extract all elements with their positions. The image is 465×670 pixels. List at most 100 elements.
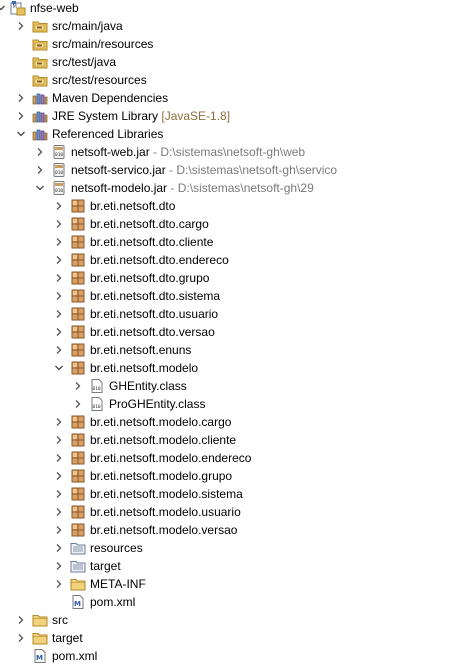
item-name: src/main/resources (52, 37, 154, 51)
tree-item-file-pom[interactable]: Mpom.xml (0, 647, 465, 665)
jar-icon: 010 (51, 180, 67, 196)
tree-item-jre-system-library[interactable]: JRE System Library [JavaSE-1.8] (0, 107, 465, 125)
tree-item-file-pom-in-jar[interactable]: Mpom.xml (0, 593, 465, 611)
expand-chevron-icon[interactable] (16, 615, 26, 625)
tree-item-folder-target[interactable]: target (0, 629, 465, 647)
tree-item-source-folder-src-main-resources[interactable]: src/main/resources (0, 35, 465, 53)
tree-item-folder-meta-inf[interactable]: META-INF (0, 575, 465, 593)
item-name: Referenced Libraries (52, 127, 164, 141)
package-icon (70, 198, 86, 214)
tree-item-package-modelo-grupo[interactable]: br.eti.netsoft.modelo.grupo (0, 467, 465, 485)
expand-chevron-icon[interactable] (73, 399, 83, 409)
package-icon (70, 252, 86, 268)
expand-chevron-icon[interactable] (54, 327, 64, 337)
tree-item-package-modelo-cargo[interactable]: br.eti.netsoft.modelo.cargo (0, 413, 465, 431)
item-name: br.eti.netsoft.modelo.versao (90, 523, 238, 537)
expand-chevron-icon[interactable] (35, 147, 45, 157)
tree-item-package-dto-grupo[interactable]: br.eti.netsoft.dto.grupo (0, 269, 465, 287)
expand-chevron-icon[interactable] (54, 489, 64, 499)
tree-item-maven-dependencies[interactable]: Maven Dependencies (0, 89, 465, 107)
item-name: META-INF (90, 577, 146, 591)
expand-chevron-icon[interactable] (54, 453, 64, 463)
item-name: br.eti.netsoft.modelo.cargo (90, 415, 232, 429)
expand-chevron-icon[interactable] (16, 21, 26, 31)
tree-item-label: src/test/resources (52, 73, 147, 87)
package-icon (70, 324, 86, 340)
expand-chevron-icon[interactable] (54, 543, 64, 553)
tree-item-source-folder-src-test-java[interactable]: src/test/java (0, 53, 465, 71)
expand-chevron-icon[interactable] (54, 507, 64, 517)
expand-chevron-icon[interactable] (54, 525, 64, 535)
tree-item-package-dto-cliente[interactable]: br.eti.netsoft.dto.cliente (0, 233, 465, 251)
item-name: br.eti.netsoft.modelo.usuario (90, 505, 241, 519)
expand-chevron-icon[interactable] (35, 165, 45, 175)
expand-chevron-icon[interactable] (54, 471, 64, 481)
tree-item-jar-netsoft-web[interactable]: 010 netsoft-web.jar - D:\sistemas\netsoft… (0, 143, 465, 161)
collapse-chevron-icon[interactable] (54, 363, 64, 373)
tree-item-package-dto[interactable]: br.eti.netsoft.dto (0, 197, 465, 215)
expand-chevron-icon[interactable] (54, 309, 64, 319)
tree-item-label: br.eti.netsoft.dto.endereco (90, 253, 229, 267)
tree-item-folder-src[interactable]: src (0, 611, 465, 629)
tree-item-label: br.eti.netsoft.dto.cargo (90, 217, 209, 231)
expand-chevron-icon[interactable] (54, 273, 64, 283)
tree-item-source-folder-src-main-java[interactable]: src/main/java (0, 17, 465, 35)
item-name: pom.xml (90, 595, 136, 609)
tree-item-label: br.eti.netsoft.dto (90, 199, 175, 213)
tree-item-package-modelo[interactable]: br.eti.netsoft.modelo (0, 359, 465, 377)
tree-item-package-dto-sistema[interactable]: br.eti.netsoft.dto.sistema (0, 287, 465, 305)
tree-item-label: Referenced Libraries (52, 127, 163, 141)
item-name: br.eti.netsoft.dto.cargo (90, 217, 209, 231)
item-name: br.eti.netsoft.dto (90, 199, 176, 213)
item-name: br.eti.netsoft.dto.usuario (90, 307, 219, 321)
expand-chevron-icon[interactable] (16, 93, 26, 103)
tree-item-package-enuns[interactable]: br.eti.netsoft.enuns (0, 341, 465, 359)
tree-item-package-dto-versao[interactable]: br.eti.netsoft.dto.versao (0, 323, 465, 341)
tree-item-class-ghentity[interactable]: 010 GHEntity.class (0, 377, 465, 395)
item-name: br.eti.netsoft.dto.cliente (90, 235, 214, 249)
tree-item-label: pom.xml (52, 649, 97, 663)
tree-item-package-modelo-sistema[interactable]: br.eti.netsoft.modelo.sistema (0, 485, 465, 503)
tree-item-package-dto-endereco[interactable]: br.eti.netsoft.dto.endereco (0, 251, 465, 269)
item-name: pom.xml (52, 649, 98, 663)
expand-chevron-icon[interactable] (54, 255, 64, 265)
tree-item-label: br.eti.netsoft.modelo.sistema (90, 487, 243, 501)
collapse-chevron-icon[interactable] (35, 183, 45, 193)
expand-chevron-icon[interactable] (54, 201, 64, 211)
expand-chevron-icon[interactable] (54, 579, 64, 589)
expand-chevron-icon[interactable] (54, 417, 64, 427)
tree-item-class-proghentity[interactable]: 010 ProGHEntity.class (0, 395, 465, 413)
tree-item-referenced-libraries[interactable]: Referenced Libraries (0, 125, 465, 143)
expand-chevron-icon[interactable] (54, 345, 64, 355)
tree-item-folder-target-in-jar[interactable]: target (0, 557, 465, 575)
collapse-chevron-icon[interactable] (16, 129, 26, 139)
item-name: br.eti.netsoft.dto.versao (90, 325, 215, 339)
tree-item-package-dto-usuario[interactable]: br.eti.netsoft.dto.usuario (0, 305, 465, 323)
expand-chevron-icon[interactable] (54, 291, 64, 301)
tree-item-jar-netsoft-servico[interactable]: 010 netsoft-servico.jar - D:\sistemas\net… (0, 161, 465, 179)
expand-chevron-icon[interactable] (16, 633, 26, 643)
tree-item-label: br.eti.netsoft.modelo.endereco (90, 451, 251, 465)
tree-item-package-modelo-cliente[interactable]: br.eti.netsoft.modelo.cliente (0, 431, 465, 449)
tree-item-package-modelo-usuario[interactable]: br.eti.netsoft.modelo.usuario (0, 503, 465, 521)
tree-item-folder-resources[interactable]: resources (0, 539, 465, 557)
source-folder-icon (32, 18, 48, 34)
tree-item-package-modelo-versao[interactable]: br.eti.netsoft.modelo.versao (0, 521, 465, 539)
tree-item-project-nfse-web[interactable]: M nfse-web (0, 0, 465, 17)
expand-chevron-icon[interactable] (54, 219, 64, 229)
expand-chevron-icon[interactable] (54, 561, 64, 571)
class-file-icon: 010 (89, 396, 105, 412)
tree-item-source-folder-src-test-resources[interactable]: src/test/resources (0, 71, 465, 89)
tree-item-jar-netsoft-modelo[interactable]: 010 netsoft-modelo.jar - D:\sistemas\nets… (0, 179, 465, 197)
expand-chevron-icon[interactable] (73, 381, 83, 391)
tree-item-package-modelo-endereco[interactable]: br.eti.netsoft.modelo.endereco (0, 449, 465, 467)
expand-chevron-icon[interactable] (16, 111, 26, 121)
tree-item-package-dto-cargo[interactable]: br.eti.netsoft.dto.cargo (0, 215, 465, 233)
package-icon (70, 216, 86, 232)
item-name: br.eti.netsoft.dto.grupo (90, 271, 210, 285)
collapse-chevron-icon[interactable] (0, 3, 6, 13)
tree-item-label: META-INF (90, 577, 146, 591)
expand-chevron-icon[interactable] (54, 435, 64, 445)
expand-chevron-icon[interactable] (54, 237, 64, 247)
folder-icon (32, 612, 48, 628)
